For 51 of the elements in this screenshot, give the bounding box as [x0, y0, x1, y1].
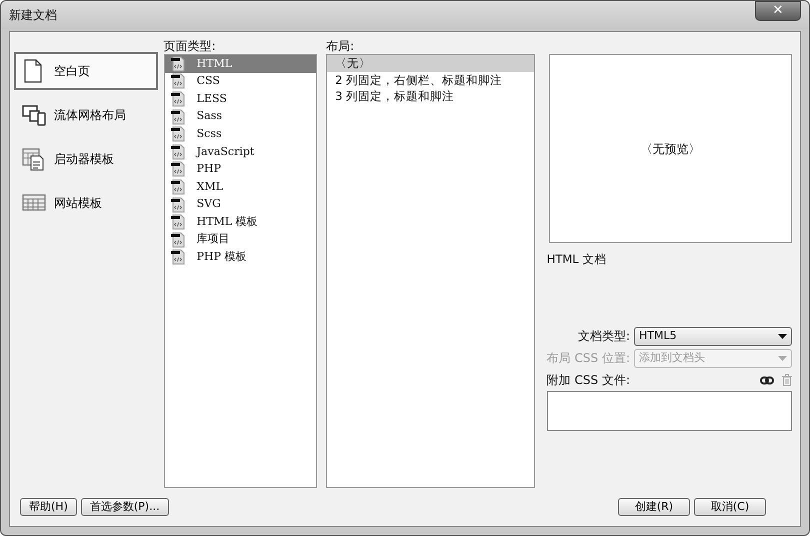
code-file-icon — [170, 144, 185, 160]
list-item[interactable]: PHP 模板 — [164, 248, 316, 266]
list-item[interactable]: HTML — [164, 55, 316, 73]
preview-text: 〈无预览〉 — [640, 140, 700, 158]
field-label: 布局 CSS 位置: — [546, 350, 630, 367]
code-file-icon — [170, 73, 185, 90]
list-item[interactable]: Scss — [164, 125, 316, 143]
field-label: 文档类型: — [578, 328, 630, 345]
category-item[interactable]: 启动器模板 — [14, 140, 158, 178]
list-item[interactable]: JavaScript — [164, 142, 316, 161]
list-item[interactable]: 2 列固定，右侧栏、标题和脚注 — [327, 72, 534, 88]
dropdown[interactable]: HTML5 — [634, 326, 792, 346]
page-type-label: 页面类型: — [164, 38, 217, 54]
category-item[interactable]: 流体网格布局 — [14, 96, 158, 134]
list-item[interactable]: 〈无〉 — [327, 55, 534, 72]
code-file-icon — [170, 126, 185, 142]
attached-css-field[interactable] — [546, 391, 792, 431]
layout-label: 布局: — [326, 38, 356, 54]
list-item[interactable]: 3 列固定，标题和脚注 — [327, 88, 534, 104]
footer-button[interactable]: 首选参数(P)... — [80, 498, 169, 516]
list-item[interactable]: CSS — [164, 72, 316, 90]
template-icon — [22, 147, 46, 171]
list-item[interactable]: 库项目 — [164, 230, 316, 249]
footer-button[interactable]: 帮助(H) — [20, 498, 77, 516]
attach-css-label: 附加 CSS 文件: — [546, 372, 630, 389]
code-file-icon — [170, 108, 185, 125]
caret-icon — [778, 334, 787, 338]
close-button[interactable]: ✕ — [755, 1, 801, 21]
code-file-icon — [170, 90, 185, 107]
footer-button[interactable]: 创建(R) — [618, 498, 690, 516]
list-item[interactable]: LESS — [164, 90, 316, 108]
list-item[interactable]: PHP — [164, 160, 316, 178]
trash-icon[interactable] — [782, 374, 792, 386]
code-file-icon — [170, 178, 185, 195]
code-file-icon — [170, 214, 185, 230]
list-item[interactable]: HTML 模板 — [164, 213, 316, 231]
footer-button[interactable]: 取消(C) — [694, 498, 766, 516]
description-text: HTML 文档 — [546, 252, 606, 266]
window-title: 新建文档 — [9, 7, 57, 24]
code-file-icon — [170, 232, 185, 248]
list-item[interactable]: SVG — [164, 196, 316, 214]
category-item[interactable]: 网站模板 — [14, 184, 158, 222]
list-item[interactable]: XML — [164, 178, 316, 196]
list-item[interactable]: Sass — [164, 108, 316, 126]
link-icon[interactable] — [760, 376, 774, 384]
devices-icon — [22, 103, 46, 127]
code-file-icon — [170, 161, 185, 178]
category-item[interactable]: 空白页 — [14, 52, 158, 90]
caret-icon — [778, 356, 787, 360]
code-file-icon — [170, 196, 185, 213]
code-file-icon — [170, 249, 185, 266]
